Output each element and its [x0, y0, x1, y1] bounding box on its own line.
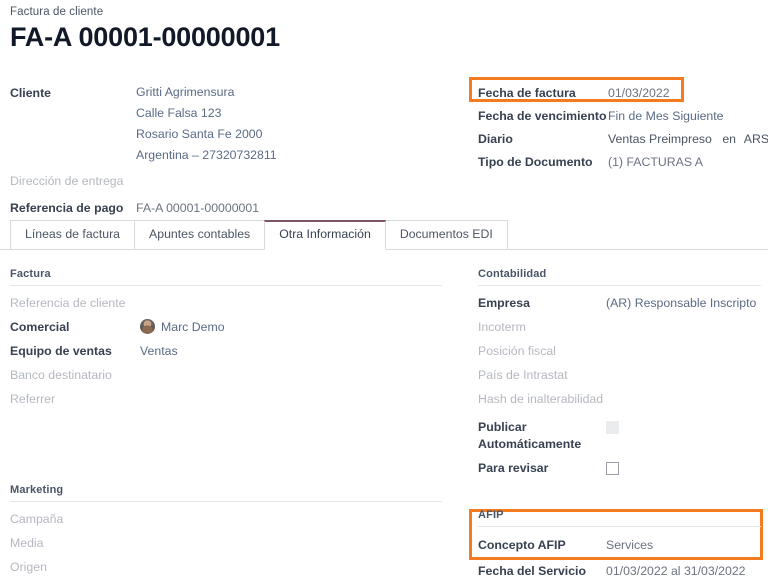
field-diario-label: Diario	[478, 128, 608, 150]
field-diario-value[interactable]: Ventas Preimpreso	[608, 132, 712, 146]
field-hash-de-inalterabilidad-label: Hash de inalterabilidad	[478, 388, 606, 411]
field-comercial: Comercial Marc Demo	[10, 316, 442, 340]
checkbox-para-revisar[interactable]	[606, 462, 619, 475]
field-pais-de-intrastat: País de Intrastat	[478, 364, 761, 388]
field-banco-destinatario-label: Banco destinatario	[10, 364, 140, 387]
section-title-marketing: Marketing	[10, 484, 442, 502]
field-origen: Origen	[10, 556, 442, 580]
page-header: Factura de cliente FA-A 00001-00000001	[10, 6, 470, 53]
field-cliente-value[interactable]: Gritti Agrimensura Calle Falsa 123 Rosar…	[136, 82, 436, 166]
field-publicar-automaticamente-label: Publicar Automáticamente	[478, 416, 606, 453]
body-left-column: Factura Referencia de cliente Comercial …	[10, 268, 442, 580]
invoice-form-page: Factura de cliente FA-A 00001-00000001 C…	[0, 0, 768, 585]
field-cliente: Cliente Gritti Agrimensura Calle Falsa 1…	[10, 82, 450, 166]
field-concepto-afip-value[interactable]: Services	[606, 533, 756, 558]
field-banco-destinatario: Banco destinatario	[10, 364, 442, 388]
field-tipo-documento-label: Tipo de Documento	[478, 151, 608, 173]
field-empresa-value[interactable]: (AR) Responsable Inscripto	[606, 292, 761, 315]
field-concepto-afip-label: Concepto AFIP	[478, 533, 606, 558]
field-tipo-documento: Tipo de Documento (1) FACTURAS A	[478, 151, 763, 174]
right-column-spacer	[478, 483, 761, 509]
field-diario-joiner: en	[722, 132, 736, 146]
field-comercial-value-group[interactable]: Marc Demo	[140, 316, 430, 339]
field-comercial-label: Comercial	[10, 316, 140, 339]
field-diario-value-group: Ventas Preimpreso en ARS	[608, 128, 768, 150]
section-title-afip: AFIP	[478, 509, 761, 527]
field-fecha-vencimiento: Fecha de vencimiento Fin de Mes Siguient…	[478, 105, 763, 128]
tab-bar: Líneas de factura Apuntes contables Otra…	[0, 221, 768, 250]
field-fecha-vencimiento-label: Fecha de vencimiento	[478, 105, 608, 127]
field-campana: Campaña	[10, 508, 442, 532]
field-referrer-label: Referrer	[10, 388, 140, 411]
field-publicar-automaticamente-value	[606, 416, 756, 442]
field-media-label: Media	[10, 532, 140, 555]
field-direccion-entrega: Dirección de entrega	[10, 170, 450, 193]
field-equipo-de-ventas: Equipo de ventas Ventas	[10, 340, 442, 364]
tab-apuntes-contables[interactable]: Apuntes contables	[134, 220, 265, 250]
field-media: Media	[10, 532, 442, 556]
field-referencia-pago: Referencia de pago FA-A 00001-00000001	[10, 197, 450, 220]
field-posicion-fiscal-label: Posición fiscal	[478, 340, 606, 363]
field-para-revisar-label: Para revisar	[478, 457, 606, 480]
field-pais-de-intrastat-label: País de Intrastat	[478, 364, 606, 387]
body-right-column: Contabilidad Empresa (AR) Responsable In…	[478, 268, 761, 585]
field-comercial-value: Marc Demo	[161, 320, 225, 334]
section-title-factura: Factura	[10, 268, 442, 286]
field-origen-label: Origen	[10, 556, 140, 579]
address-line-2: Calle Falsa 123	[136, 103, 436, 124]
tab-lineas-de-factura[interactable]: Líneas de factura	[10, 220, 135, 250]
tab-otra-informacion[interactable]: Otra Información	[264, 220, 386, 250]
field-diario: Diario Ventas Preimpreso en ARS	[478, 128, 763, 151]
field-empresa-label: Empresa	[478, 292, 606, 315]
field-fecha-del-servicio: Fecha del Servicio 01/03/2022 al 31/03/2…	[478, 559, 761, 585]
address-line-4: Argentina – 27320732811	[136, 145, 436, 166]
field-posicion-fiscal: Posición fiscal	[478, 340, 761, 364]
breadcrumb: Factura de cliente	[10, 6, 470, 18]
section-title-contabilidad: Contabilidad	[478, 268, 761, 286]
field-para-revisar: Para revisar	[478, 457, 761, 483]
field-referencia-cliente-label: Referencia de cliente	[10, 292, 140, 315]
field-hash-de-inalterabilidad: Hash de inalterabilidad	[478, 388, 761, 412]
field-referencia-pago-label: Referencia de pago	[10, 197, 136, 219]
tab-documentos-edi[interactable]: Documentos EDI	[385, 220, 508, 250]
field-referencia-cliente: Referencia de cliente	[10, 292, 442, 316]
field-fecha-factura-value[interactable]: 01/03/2022	[608, 82, 763, 104]
left-column-spacer	[10, 412, 442, 484]
field-tipo-documento-value[interactable]: (1) FACTURAS A	[608, 151, 763, 173]
checkbox-publicar-automaticamente[interactable]	[606, 421, 619, 434]
field-direccion-entrega-label: Dirección de entrega	[10, 170, 136, 192]
avatar	[140, 319, 155, 334]
field-referencia-pago-value[interactable]: FA-A 00001-00000001	[136, 197, 436, 219]
header-right-fields: Fecha de factura 01/03/2022 Fecha de ven…	[478, 82, 763, 174]
field-incoterm: Incoterm	[478, 316, 761, 340]
address-line-3: Rosario Santa Fe 2000	[136, 124, 436, 145]
address-line-1: Gritti Agrimensura	[136, 82, 436, 103]
field-fecha-del-servicio-value[interactable]: 01/03/2022 al 31/03/2022	[606, 559, 761, 584]
field-diario-currency[interactable]: ARS	[744, 132, 768, 146]
field-publicar-automaticamente: Publicar Automáticamente	[478, 416, 761, 453]
field-equipo-de-ventas-value[interactable]: Ventas	[140, 340, 430, 363]
field-fecha-del-servicio-label: Fecha del Servicio	[478, 559, 606, 584]
field-fecha-vencimiento-value[interactable]: Fin de Mes Siguiente	[608, 105, 763, 127]
field-para-revisar-value	[606, 457, 756, 483]
page-title: FA-A 00001-00000001	[10, 22, 470, 53]
header-left-fields: Cliente Gritti Agrimensura Calle Falsa 1…	[10, 82, 450, 220]
field-cliente-label: Cliente	[10, 82, 136, 104]
field-incoterm-label: Incoterm	[478, 316, 606, 339]
field-referrer: Referrer	[10, 388, 442, 412]
field-campana-label: Campaña	[10, 508, 140, 531]
field-equipo-de-ventas-label: Equipo de ventas	[10, 340, 140, 363]
field-empresa: Empresa (AR) Responsable Inscripto	[478, 292, 761, 316]
field-concepto-afip: Concepto AFIP Services	[478, 533, 761, 559]
field-fecha-factura: Fecha de factura 01/03/2022	[478, 82, 763, 105]
field-fecha-factura-label: Fecha de factura	[478, 82, 608, 104]
